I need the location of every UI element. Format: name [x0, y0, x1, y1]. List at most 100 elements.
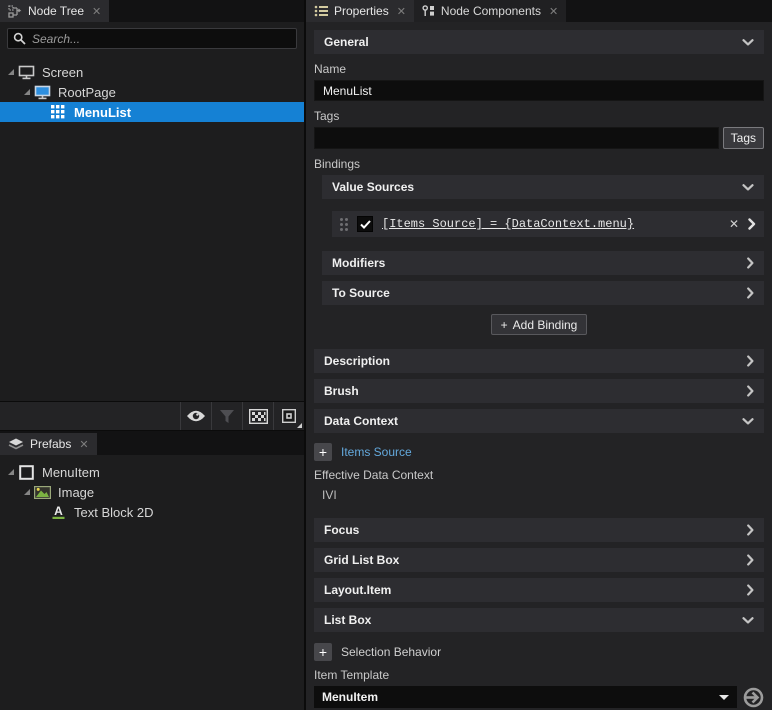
section-list-box[interactable]: List Box	[314, 608, 764, 632]
tab-prefabs-close-icon[interactable]: ✕	[79, 438, 88, 451]
name-label: Name	[314, 62, 764, 76]
add-items-source-button[interactable]: +	[314, 443, 332, 461]
tab-node-components-close-icon[interactable]: ✕	[549, 5, 558, 18]
chevron-right-icon	[747, 385, 754, 397]
image-icon	[32, 486, 52, 499]
go-to-template-icon[interactable]	[743, 687, 764, 708]
chevron-right-icon	[747, 584, 754, 596]
tree-row-rootpage[interactable]: RootPage	[0, 82, 304, 102]
tags-label: Tags	[314, 109, 764, 123]
app-window: Node Tree ✕ Screen	[0, 0, 772, 710]
tab-prefabs[interactable]: Prefabs ✕	[0, 433, 97, 455]
node-tree-toolbar	[0, 401, 304, 431]
svg-text:A: A	[54, 504, 63, 518]
tags-input[interactable]	[314, 127, 719, 149]
section-modifiers[interactable]: Modifiers	[322, 251, 764, 275]
tree-row-label: Screen	[42, 65, 83, 80]
checkerboard-button[interactable]	[242, 402, 273, 430]
section-modifiers-title: Modifiers	[332, 256, 385, 270]
items-source-link[interactable]: Items Source	[341, 445, 412, 459]
chevron-right-icon	[747, 524, 754, 536]
chevron-down-icon	[742, 39, 754, 46]
left-column: Node Tree ✕ Screen	[0, 0, 306, 710]
chevron-right-icon	[747, 355, 754, 367]
section-data-context[interactable]: Data Context	[314, 409, 764, 433]
prefabs-tabbar: Prefabs ✕	[0, 431, 304, 455]
section-layout-item-title: Layout.Item	[324, 583, 391, 597]
expand-triangle-icon[interactable]	[6, 68, 16, 76]
tab-properties-close-icon[interactable]: ✕	[397, 5, 406, 18]
background-mode-button[interactable]	[273, 402, 304, 430]
visibility-toggle-button[interactable]	[180, 402, 211, 430]
dropdown-caret-icon	[719, 695, 729, 700]
chevron-down-icon	[742, 617, 754, 624]
properties-list-icon	[314, 5, 328, 17]
selection-behavior-label: Selection Behavior	[341, 645, 441, 659]
tree-row-label: Text Block 2D	[74, 505, 153, 520]
tree-row-screen[interactable]: Screen	[0, 62, 304, 82]
item-template-value: MenuItem	[322, 690, 719, 704]
section-data-context-title: Data Context	[324, 414, 398, 428]
section-layout-item[interactable]: Layout.Item	[314, 578, 764, 602]
grid-list-icon	[48, 105, 68, 119]
chevron-right-icon[interactable]	[748, 218, 756, 230]
prefabs-tree: MenuItem Image A Text Block 2	[0, 462, 304, 522]
tags-button[interactable]: Tags	[723, 127, 764, 149]
name-input[interactable]	[314, 80, 764, 101]
eye-icon	[186, 410, 206, 422]
tree-row-label: MenuList	[74, 105, 131, 120]
filter-button[interactable]	[211, 402, 242, 430]
tags-button-label: Tags	[731, 131, 756, 145]
mask-icon	[282, 409, 296, 423]
expand-triangle-icon[interactable]	[22, 488, 32, 496]
binding-enabled-checkbox[interactable]	[357, 216, 373, 232]
search-input[interactable]	[7, 28, 297, 49]
tree-row-label: Image	[58, 485, 94, 500]
prefab-row-menuitem[interactable]: MenuItem	[0, 462, 304, 482]
tab-prefabs-label: Prefabs	[30, 437, 71, 451]
checkerboard-icon	[249, 409, 268, 424]
tab-properties[interactable]: Properties ✕	[306, 0, 414, 22]
item-template-dropdown[interactable]: MenuItem	[314, 686, 737, 708]
expand-triangle-icon[interactable]	[22, 88, 32, 96]
binding-expression-link[interactable]: [Items Source] = {DataContext.menu}	[382, 217, 720, 231]
section-grid-list-box[interactable]: Grid List Box	[314, 548, 764, 572]
add-binding-button[interactable]: + Add Binding	[491, 314, 588, 335]
chevron-down-icon	[742, 418, 754, 425]
section-general[interactable]: General	[314, 30, 764, 54]
section-description[interactable]: Description	[314, 349, 764, 373]
section-general-title: General	[324, 35, 369, 49]
filter-funnel-icon	[220, 410, 234, 423]
add-selection-behavior-button[interactable]: +	[314, 643, 332, 661]
drag-handle-icon[interactable]	[340, 218, 348, 231]
dropdown-corner-indicator	[297, 423, 302, 428]
section-description-title: Description	[324, 354, 390, 368]
tab-properties-label: Properties	[334, 4, 389, 18]
remove-binding-icon[interactable]: ✕	[729, 217, 739, 231]
effective-data-context-value: IVI	[322, 488, 764, 502]
chevron-right-icon	[747, 257, 754, 269]
section-brush[interactable]: Brush	[314, 379, 764, 403]
chevron-right-icon	[747, 554, 754, 566]
plus-icon: +	[501, 318, 508, 332]
tab-node-components[interactable]: Node Components ✕	[414, 0, 566, 22]
properties-tabbar: Properties ✕ Node Components ✕	[306, 0, 772, 22]
section-focus[interactable]: Focus	[314, 518, 764, 542]
prefab-row-image[interactable]: Image	[0, 482, 304, 502]
search-icon	[13, 32, 26, 45]
page-icon	[32, 85, 52, 100]
node-tree-icon	[8, 5, 22, 18]
tab-node-tree-close-icon[interactable]: ✕	[92, 5, 101, 18]
node-tree-tabbar: Node Tree ✕	[0, 0, 304, 22]
section-to-source[interactable]: To Source	[322, 281, 764, 305]
tab-node-tree[interactable]: Node Tree ✕	[0, 0, 109, 22]
tab-node-tree-label: Node Tree	[28, 4, 84, 18]
section-value-sources[interactable]: Value Sources	[322, 175, 764, 199]
properties-content: General Name Tags Tags Bindings Value So…	[306, 22, 772, 710]
binding-row[interactable]: [Items Source] = {DataContext.menu} ✕	[332, 211, 764, 237]
prefab-row-textblock[interactable]: A Text Block 2D	[0, 502, 304, 522]
expand-triangle-icon[interactable]	[6, 468, 16, 476]
tree-row-menulist-selected[interactable]: MenuList	[0, 102, 304, 122]
tree-row-label: MenuItem	[42, 465, 100, 480]
screen-icon	[16, 65, 36, 80]
